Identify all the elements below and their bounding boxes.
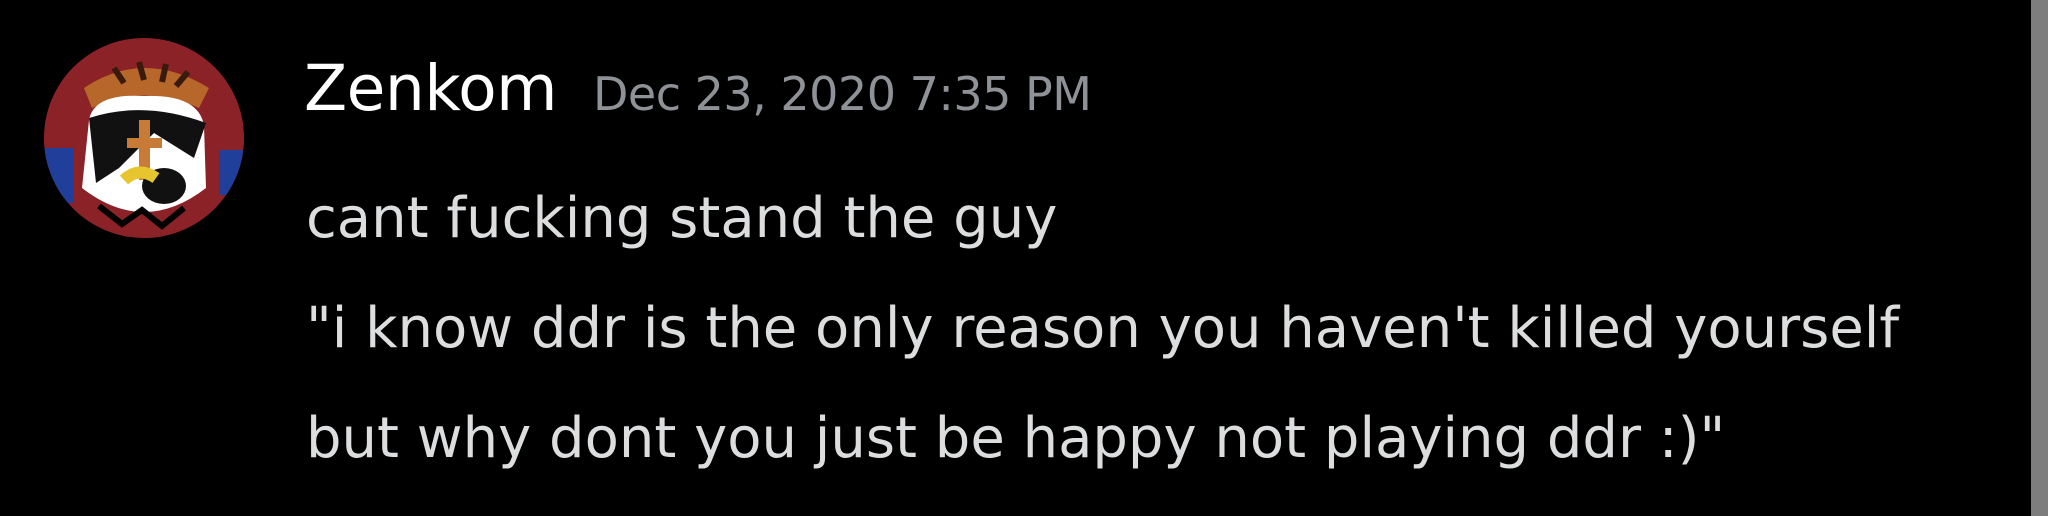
message-line: cant fucking stand the guy — [306, 186, 1058, 251]
message-line: "i know ddr is the only reason you haven… — [306, 296, 1900, 361]
chat-message: Zenkom Dec 23, 2020 7:35 PM cant fucking… — [0, 0, 2016, 516]
message-header: Zenkom Dec 23, 2020 7:35 PM — [304, 52, 1092, 142]
scrollbar[interactable] — [2031, 0, 2048, 516]
message-timestamp[interactable]: Dec 23, 2020 7:35 PM — [593, 67, 1092, 121]
message-content: cant fucking stand the guy "i know ddr i… — [306, 164, 2006, 494]
message-line: but why dont you just be happy not playi… — [306, 406, 1726, 471]
avatar-icon — [44, 38, 244, 238]
author-name[interactable]: Zenkom — [304, 52, 558, 125]
user-avatar[interactable] — [44, 38, 244, 238]
